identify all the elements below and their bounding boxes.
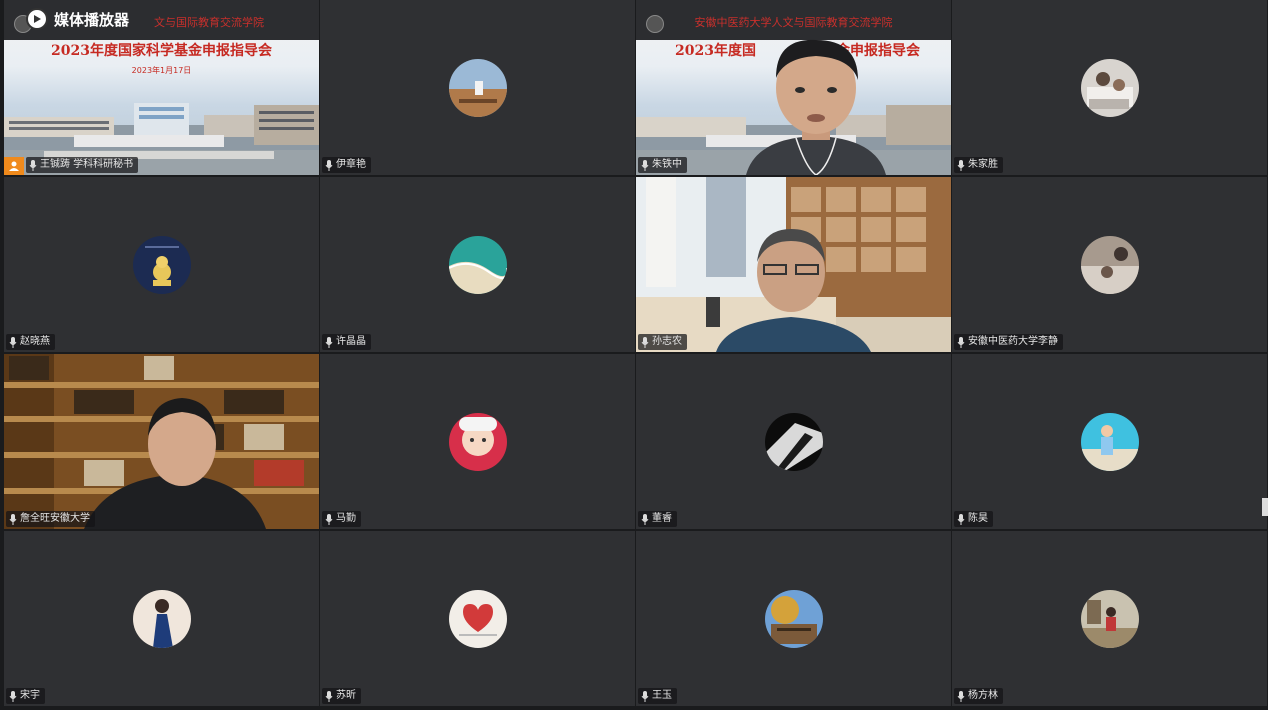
participant-avatar [448, 589, 507, 648]
participant-tile[interactable]: 伊章艳 [320, 0, 635, 175]
participant-video [746, 39, 886, 175]
participant-avatar [448, 235, 507, 294]
participant-name-tag: 安徽中医药大学李静 [954, 334, 1063, 350]
participant-name: 王玉 [652, 690, 672, 701]
participant-name: 詹全旺安徽大学 [20, 513, 90, 524]
participant-name-tag: 赵晓燕 [6, 334, 55, 350]
participant-avatar [132, 235, 191, 294]
microphone-icon [957, 159, 965, 171]
participant-name: 孙志农 [652, 336, 682, 347]
media-player-title: 媒体播放器 [54, 10, 130, 29]
participant-avatar [448, 58, 507, 117]
slide-date: 2023年1月17日 [131, 66, 192, 75]
participant-name: 马勤 [336, 513, 356, 524]
slide-title: 2023年度国家科学基金申报指导会 [51, 43, 272, 59]
participant-tile[interactable]: 许晶晶 [320, 177, 635, 352]
participant-name-tag: 詹全旺安徽大学 [6, 511, 95, 527]
microphone-icon [9, 336, 17, 348]
participant-name: 宋宇 [20, 690, 40, 701]
participant-name-tag: 苏昕 [322, 688, 361, 704]
participant-name-tag: 伊章艳 [322, 157, 371, 173]
participant-name-tag: 许晶晶 [322, 334, 371, 350]
media-player-header[interactable]: 媒体播放器 [26, 8, 129, 30]
participant-tile[interactable]: 王玉 [636, 531, 951, 706]
participant-name: 伊章艳 [336, 159, 366, 170]
participant-name: 赵晓燕 [20, 336, 50, 347]
participant-tile[interactable]: 马勤 [320, 354, 635, 529]
microphone-icon [641, 336, 649, 348]
microphone-icon [641, 690, 649, 702]
participant-tile[interactable]: 陈昊 [952, 354, 1267, 529]
participant-tile[interactable]: 赵晓燕 [4, 177, 319, 352]
participant-name-tag: 杨方林 [954, 688, 1003, 704]
participant-avatar [764, 589, 823, 648]
participant-name: 苏昕 [336, 690, 356, 701]
slide-institution: 文与国际教育交流学院 [154, 16, 264, 29]
participant-avatar [764, 412, 823, 471]
participant-name-tag: 朱家胜 [954, 157, 1003, 173]
side-panel-handle[interactable] [1262, 498, 1268, 516]
participant-avatar [448, 412, 507, 471]
participant-avatar [1080, 235, 1139, 294]
participant-name-tag: 马勤 [322, 511, 361, 527]
microphone-icon [957, 690, 965, 702]
participant-name: 董睿 [652, 513, 672, 524]
microphone-icon [957, 336, 965, 348]
participant-avatar [1080, 58, 1139, 117]
microphone-icon [325, 513, 333, 525]
participant-name: 安徽中医药大学李静 [968, 336, 1058, 347]
participant-tile[interactable]: 苏昕 [320, 531, 635, 706]
participant-tile[interactable]: 宋宇 [4, 531, 319, 706]
participant-tile-video[interactable]: 孙志农 [636, 177, 951, 352]
host-icon [4, 157, 24, 175]
participant-name-tag: 孙志农 [638, 334, 687, 350]
participant-name-tag: 王玉 [638, 688, 677, 704]
participant-tile-video[interactable]: 詹全旺安徽大学 [4, 354, 319, 529]
participant-name-tag: 王铖踌 学科科研秘书 [26, 157, 139, 173]
microphone-icon [641, 513, 649, 525]
microphone-icon [9, 513, 17, 525]
participant-name: 朱家胜 [968, 159, 998, 170]
participant-tile-video[interactable]: 安徽中医药大学人文与国际教育交流学院 2023年度国 金申报指导会 朱铁中 [636, 0, 951, 175]
participant-name-tag: 宋宇 [6, 688, 45, 704]
microphone-icon [325, 159, 333, 171]
video-grid: 媒体播放器 文与国际教育交流学院 2023年度国家科学基金申报指导会 2023年… [0, 0, 1268, 710]
participant-tile[interactable]: 朱家胜 [952, 0, 1267, 175]
participant-tile[interactable]: 董睿 [636, 354, 951, 529]
participant-name-tag: 朱铁中 [638, 157, 687, 173]
participant-tile[interactable]: 杨方林 [952, 531, 1267, 706]
microphone-icon [325, 690, 333, 702]
participant-name: 朱铁中 [652, 159, 682, 170]
microphone-icon [9, 690, 17, 702]
participant-name: 王铖踌 学科科研秘书 [40, 159, 134, 170]
microphone-icon [641, 159, 649, 171]
microphone-icon [325, 336, 333, 348]
slide-institution: 安徽中医药大学人文与国际教育交流学院 [694, 16, 893, 29]
participant-avatar [132, 589, 191, 648]
participant-tile[interactable]: 安徽中医药大学李静 [952, 177, 1267, 352]
participant-name: 杨方林 [968, 690, 998, 701]
participant-name-tag: 陈昊 [954, 511, 993, 527]
microphone-icon [29, 159, 37, 171]
participant-video [636, 177, 951, 352]
participant-avatar [1080, 589, 1139, 648]
participant-tile-screen-share[interactable]: 媒体播放器 文与国际教育交流学院 2023年度国家科学基金申报指导会 2023年… [4, 0, 319, 175]
participant-name-tag: 董睿 [638, 511, 677, 527]
participant-name: 陈昊 [968, 513, 988, 524]
participant-avatar [1080, 412, 1139, 471]
play-icon[interactable] [26, 8, 48, 30]
participant-video [4, 354, 319, 529]
participant-name: 许晶晶 [336, 336, 366, 347]
microphone-icon [957, 513, 965, 525]
